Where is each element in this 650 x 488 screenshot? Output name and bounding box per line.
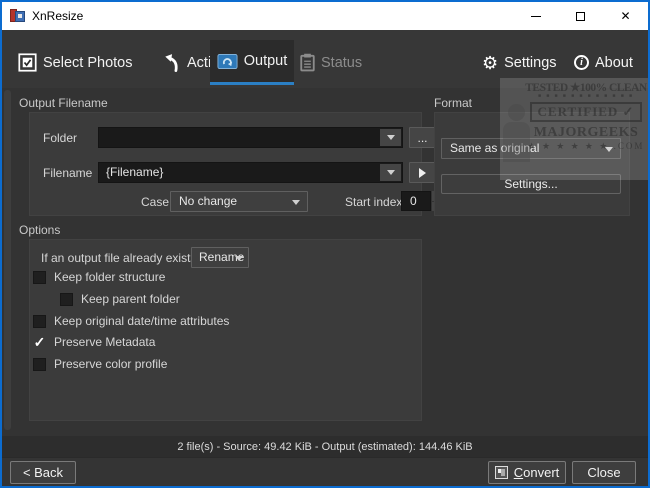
convert-label: Convert xyxy=(513,465,560,480)
app-icon xyxy=(10,8,26,24)
action-icon xyxy=(165,53,178,72)
convert-image-icon xyxy=(494,466,508,479)
checkbox-box[interactable]: ✓ xyxy=(33,334,46,350)
tab-label: Output xyxy=(243,53,288,69)
filename-dropdown-button[interactable] xyxy=(380,164,401,181)
convert-button[interactable]: Convert xyxy=(488,461,566,484)
close-button[interactable]: ✕ xyxy=(603,2,648,30)
browse-folder-button[interactable]: ... xyxy=(409,127,436,148)
format-panel: Same as original Settings... xyxy=(434,112,630,216)
filename-combobox[interactable]: {Filename} xyxy=(98,162,403,183)
options-panel: If an output file already exists Rename … xyxy=(29,239,422,421)
vertical-scrollbar[interactable] xyxy=(4,90,11,430)
settings-label: Settings xyxy=(504,54,557,71)
exists-label: If an output file already exists xyxy=(41,251,197,265)
format-dropdown[interactable]: Same as original xyxy=(441,138,621,159)
tab-label: Status xyxy=(321,54,363,71)
status-bar: 2 file(s) - Source: 49.42 KiB - Output (… xyxy=(2,436,648,457)
footer: < Back Convert Close xyxy=(2,457,648,486)
checkbox-box[interactable] xyxy=(33,270,46,284)
case-dropdown[interactable]: No change xyxy=(170,191,308,212)
checkbox-keep-datetime-attributes[interactable]: Keep original date/time attributes xyxy=(33,314,229,328)
minimize-icon xyxy=(530,15,541,17)
tab-select-photos[interactable]: Select Photos xyxy=(18,40,150,85)
filename-value: {Filename} xyxy=(106,165,164,179)
case-value: No change xyxy=(179,194,238,208)
start-index-label: Start index xyxy=(345,195,403,209)
checkbox-preserve-color-profile[interactable]: Preserve color profile xyxy=(33,357,167,371)
folder-dropdown-button[interactable] xyxy=(380,129,401,146)
status-text: 2 file(s) - Source: 49.42 KiB - Output (… xyxy=(177,440,473,453)
tab-output[interactable]: Output xyxy=(210,40,294,85)
content-area: Output Filename Folder ... Filename {Fil… xyxy=(2,88,648,436)
chevron-down-icon xyxy=(386,170,395,175)
format-group-label: Format xyxy=(434,96,473,110)
back-button[interactable]: < Back xyxy=(10,461,76,484)
window-title: XnResize xyxy=(32,9,84,23)
options-group-label: Options xyxy=(19,223,61,237)
folder-combobox[interactable] xyxy=(98,127,403,148)
filename-label: Filename xyxy=(43,166,93,180)
chevron-down-icon xyxy=(235,256,243,261)
folder-label: Folder xyxy=(43,131,78,145)
xnresize-window: XnResize ✕ Select Photos Action Output S… xyxy=(0,0,650,488)
output-filename-panel: Folder ... Filename {Filename} Case No c… xyxy=(29,112,446,216)
tab-status[interactable]: Status xyxy=(300,40,380,85)
play-icon xyxy=(419,167,426,178)
about-menu-item[interactable]: i About xyxy=(574,40,642,85)
chevron-down-icon xyxy=(292,200,300,205)
checkbox-box[interactable] xyxy=(33,357,46,371)
settings-menu-item[interactable]: ⚙ Settings xyxy=(482,40,558,85)
case-label: Case xyxy=(141,195,170,209)
output-filename-group-label: Output Filename xyxy=(19,96,108,110)
maximize-button[interactable] xyxy=(558,2,603,30)
close-icon: ✕ xyxy=(620,9,631,23)
format-value: Same as original xyxy=(450,141,540,155)
checkbox-keep-folder-structure[interactable]: Keep folder structure xyxy=(33,270,165,284)
output-icon xyxy=(217,53,238,69)
gear-icon: ⚙ xyxy=(482,52,499,73)
checkbox-box[interactable] xyxy=(60,292,73,306)
format-settings-button[interactable]: Settings... xyxy=(441,174,621,194)
chevron-down-icon xyxy=(605,147,613,152)
status-icon xyxy=(300,53,315,72)
close-window-button[interactable]: Close xyxy=(572,461,636,484)
tabbar: Select Photos Action Output Status ⚙ Set… xyxy=(2,30,648,88)
select-photos-icon xyxy=(18,53,37,72)
about-label: About xyxy=(595,54,633,71)
titlebar[interactable]: XnResize ✕ xyxy=(2,2,648,30)
exists-dropdown[interactable]: Rename xyxy=(191,247,249,268)
tab-label: Select Photos xyxy=(43,54,133,71)
checkbox-keep-parent-folder[interactable]: Keep parent folder xyxy=(60,292,180,306)
checkbox-box[interactable] xyxy=(33,314,46,328)
start-index-input[interactable]: 0 xyxy=(401,191,431,211)
chevron-down-icon xyxy=(386,135,395,140)
maximize-icon xyxy=(576,11,585,21)
info-icon: i xyxy=(574,55,589,70)
minimize-button[interactable] xyxy=(513,2,558,30)
filename-token-button[interactable] xyxy=(409,162,436,183)
checkbox-preserve-metadata[interactable]: ✓ Preserve Metadata xyxy=(33,334,156,350)
